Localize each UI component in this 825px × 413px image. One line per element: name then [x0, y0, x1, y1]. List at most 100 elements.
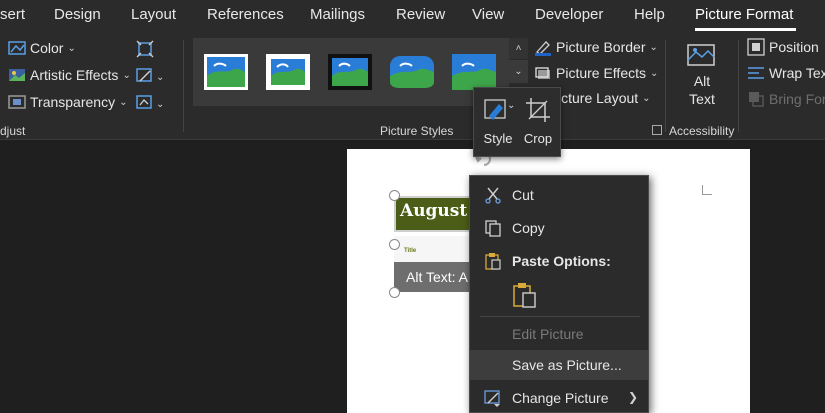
accessibility-group-label: Accessibility: [669, 124, 735, 138]
position-icon: [747, 38, 765, 56]
picture-layout-button[interactable]: icture Layout ⌄: [558, 90, 651, 106]
margin-corner-mark: [702, 185, 712, 195]
menu-label: Edit Picture: [512, 326, 584, 342]
picture-effects-button[interactable]: Picture Effects ⌄: [534, 64, 658, 82]
tab-developer[interactable]: Developer: [535, 6, 603, 23]
reset-picture-button[interactable]: ⌄: [136, 94, 166, 115]
tab-mailings[interactable]: Mailings: [310, 6, 365, 23]
chevron-down-icon: ⌄: [649, 41, 658, 53]
picture-styles-group-label: Picture Styles: [380, 124, 454, 138]
tab-design[interactable]: Design: [54, 6, 101, 23]
style-button[interactable]: ⌄ Style: [478, 94, 518, 152]
reset-picture-icon: ⌄: [136, 95, 164, 110]
menu-item-change-picture[interactable]: Change Picture ❯: [470, 383, 648, 413]
tab-layout[interactable]: Layout: [131, 6, 176, 23]
svg-text:⌄: ⌄: [156, 72, 164, 83]
menu-label: Paste Options:: [512, 253, 611, 269]
group-divider: [665, 40, 666, 132]
crop-label: Crop: [523, 131, 553, 146]
tab-picture-format[interactable]: Picture Format: [695, 6, 793, 23]
artistic-effects-icon: [9, 69, 25, 81]
paste-picture-icon[interactable]: [510, 282, 540, 310]
position-label: Position: [769, 39, 819, 55]
chevron-down-icon: ⌄: [642, 92, 651, 104]
picture-border-button[interactable]: Picture Border ⌄: [534, 38, 658, 56]
resize-handle-bottom-left[interactable]: [389, 287, 400, 298]
style-icon: ⌄: [484, 99, 515, 120]
chevron-down-icon: ⌄: [122, 69, 131, 81]
menu-separator: [480, 316, 640, 317]
alt-text-icon: [687, 44, 715, 66]
bring-forward-button[interactable]: Bring Forw: [747, 90, 825, 108]
picture-style-thumbnail[interactable]: [452, 54, 496, 90]
ribbon-tab-bar: sert Design Layout References Mailings R…: [0, 0, 825, 32]
change-picture-menu-icon: [484, 390, 500, 407]
alt-text-button[interactable]: Alt Text: [676, 42, 728, 108]
menu-item-edit-picture[interactable]: Edit Picture: [470, 319, 648, 349]
picture-style-thumbnail[interactable]: [266, 54, 310, 90]
alt-text-label-line2: Text: [689, 91, 715, 107]
cut-icon: [485, 187, 501, 204]
tab-review[interactable]: Review: [396, 6, 445, 23]
chevron-down-icon: ⌄: [67, 42, 76, 54]
menu-label: Copy: [512, 220, 545, 236]
paste-options-header: Paste Options:: [470, 246, 648, 276]
picture-style-thumbnail[interactable]: [204, 54, 248, 90]
svg-text:⌄: ⌄: [156, 99, 164, 110]
compress-pictures-icon: [136, 40, 154, 58]
mini-toolbar: ⌄ Style Crop: [473, 87, 561, 157]
picture-effects-icon: [535, 67, 550, 79]
resize-handle-middle-left[interactable]: [389, 239, 400, 250]
context-menu: Cut Copy Paste Options: Edit Picture Sav…: [469, 175, 649, 413]
wrap-text-label: Wrap Text: [769, 65, 825, 81]
active-tab-underline: [695, 28, 796, 31]
gallery-scroll-up-button[interactable]: ˄: [509, 38, 528, 60]
chevron-down-icon: ⌄: [119, 96, 128, 108]
picture-styles-gallery: [193, 38, 509, 106]
alt-text-overlay: Alt Text: A: [394, 262, 472, 292]
position-button[interactable]: Position: [747, 38, 819, 56]
transparency-button[interactable]: Transparency ⌄: [8, 94, 127, 110]
crop-button[interactable]: Crop: [518, 94, 558, 152]
menu-label: Save as Picture...: [512, 357, 622, 373]
picture-title-text: August: [400, 201, 468, 221]
picture-style-thumbnail[interactable]: [390, 54, 434, 90]
change-picture-ribbon-button[interactable]: ⌄: [136, 67, 166, 88]
wrap-text-icon: [748, 67, 764, 79]
picture-border-label: Picture Border: [556, 39, 646, 55]
chevron-down-icon: ⌄: [650, 67, 659, 79]
tab-references[interactable]: References: [207, 6, 284, 23]
transparency-icon: [8, 95, 26, 109]
tab-help[interactable]: Help: [634, 6, 665, 23]
compress-pictures-button[interactable]: [136, 40, 154, 61]
ribbon: Color ⌄ Artistic Effects ⌄ Transparency …: [0, 32, 825, 140]
transparency-label: Transparency: [30, 94, 116, 110]
group-divider: [183, 40, 184, 132]
tab-insert[interactable]: sert: [0, 6, 25, 23]
picture-border-icon: [535, 41, 551, 56]
menu-label: Cut: [512, 187, 534, 203]
picture-effects-label: Picture Effects: [556, 65, 647, 81]
group-divider: [738, 40, 739, 132]
artistic-effects-button[interactable]: Artistic Effects ⌄: [8, 67, 131, 83]
change-picture-icon: ⌄: [136, 68, 164, 83]
adjust-group-label: djust: [0, 124, 26, 138]
tab-view[interactable]: View: [472, 6, 504, 23]
picture-style-thumbnail[interactable]: [328, 54, 372, 90]
bring-forward-icon: [749, 92, 764, 107]
menu-label: Change Picture: [512, 390, 609, 406]
color-button[interactable]: Color ⌄: [8, 40, 76, 56]
copy-icon: [485, 220, 501, 237]
color-icon: [8, 41, 26, 55]
picture-subtitle-text: Title: [404, 248, 417, 254]
menu-item-copy[interactable]: Copy: [470, 213, 648, 243]
bring-forward-label: Bring Forw: [769, 91, 825, 107]
resize-handle-top-left[interactable]: [389, 190, 400, 201]
menu-item-save-as-picture[interactable]: Save as Picture...: [470, 350, 648, 380]
gallery-more-button[interactable]: ⌄: [509, 60, 528, 84]
picture-header-band: August: [394, 196, 474, 232]
menu-item-cut[interactable]: Cut: [470, 180, 648, 210]
picture-layout-label: icture Layout: [558, 90, 639, 106]
wrap-text-button[interactable]: Wrap Text: [747, 64, 825, 82]
picture-styles-dialog-launcher[interactable]: [652, 125, 662, 135]
